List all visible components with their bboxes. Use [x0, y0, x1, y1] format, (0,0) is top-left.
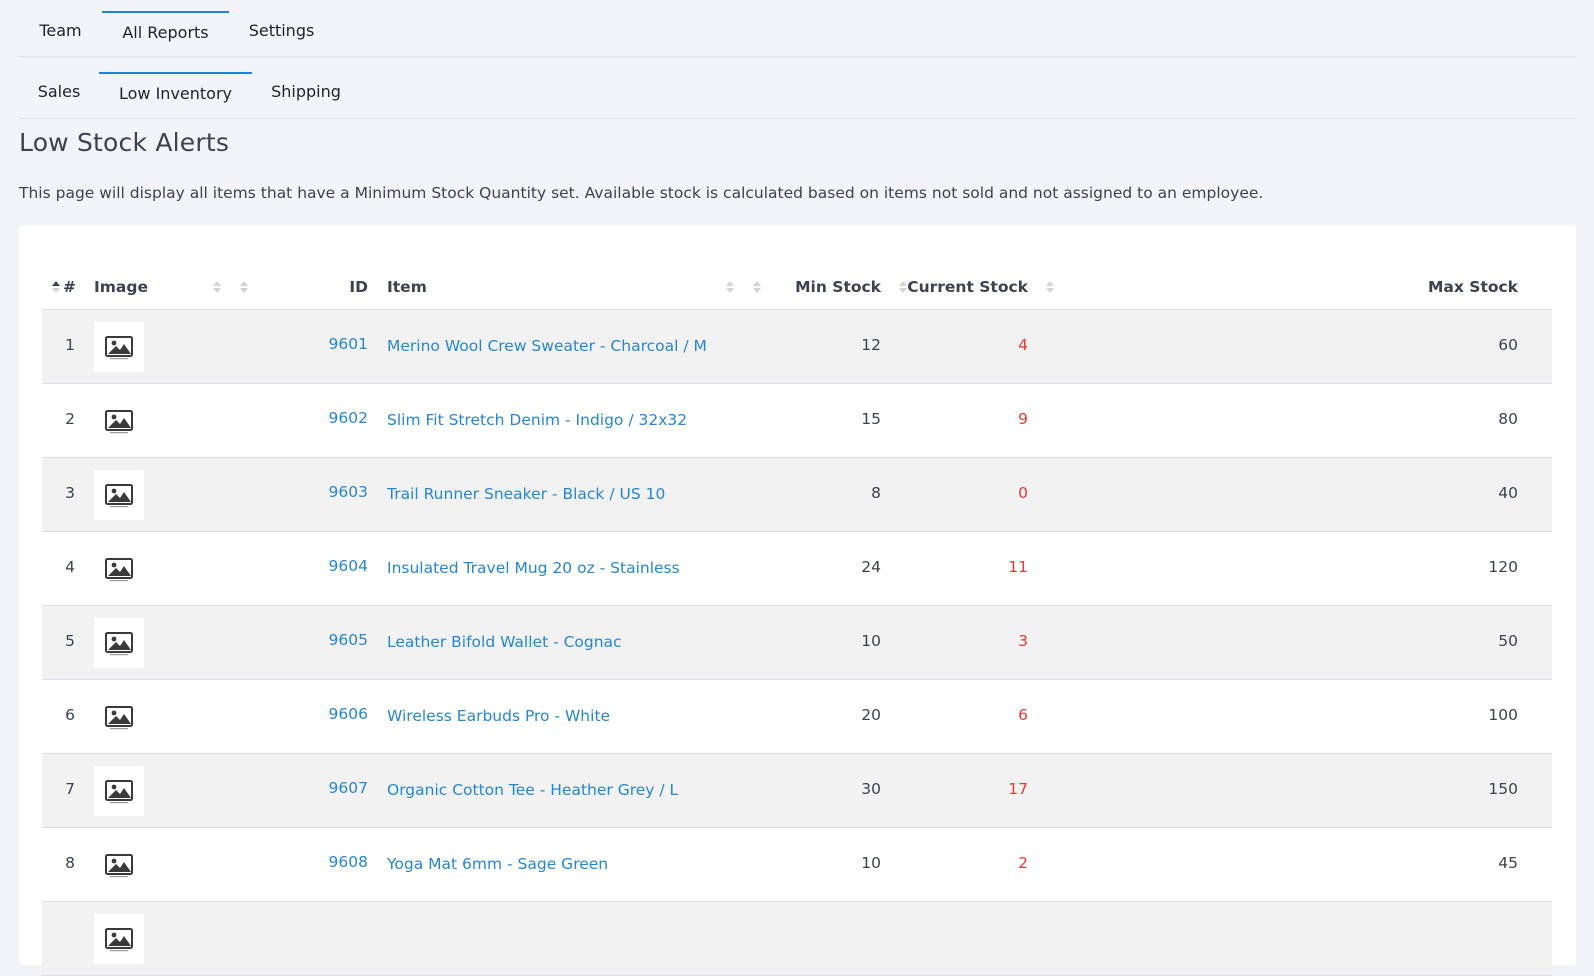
- tab-team[interactable]: Team: [19, 0, 102, 56]
- tab-label: All Reports: [122, 23, 209, 42]
- item-name-link[interactable]: Leather Bifold Wallet - Cognac: [387, 633, 622, 651]
- max-stock-value: 50: [1498, 632, 1518, 650]
- min-stock-value: 8: [871, 484, 881, 502]
- item-name-link[interactable]: Insulated Travel Mug 20 oz - Stainless: [387, 559, 680, 577]
- table-header: # Image ID Item Min Stock Current Stock …: [42, 265, 1552, 310]
- header-item[interactable]: Item: [387, 265, 427, 309]
- table-row: 7 9607 Organic Cotton Tee - Heather Grey /…: [42, 754, 1552, 828]
- item-id-link[interactable]: 9606: [242, 705, 368, 723]
- row-number: 1: [65, 336, 75, 354]
- sort-asc-icon[interactable]: [52, 278, 60, 296]
- max-stock-value: 80: [1498, 410, 1518, 428]
- current-stock-value: 9: [1018, 410, 1028, 428]
- min-stock-value: 10: [861, 632, 881, 650]
- item-id-link[interactable]: 9608: [242, 853, 368, 871]
- header-image[interactable]: Image: [94, 265, 148, 309]
- row-number: 3: [65, 484, 75, 502]
- tab-sales[interactable]: Sales: [19, 57, 99, 118]
- report-tab-bar: Sales Low Inventory Shipping: [19, 57, 1576, 119]
- item-thumbnail: [94, 692, 144, 742]
- table-row: 6 9606 Wireless Earbuds Pro - White 20 6 100: [42, 680, 1552, 754]
- item-thumbnail: [94, 544, 144, 594]
- tab-label: Shipping: [271, 82, 341, 101]
- sort-icon[interactable]: [213, 278, 221, 296]
- item-name-link[interactable]: Merino Wool Crew Sweater - Charcoal / M: [387, 337, 707, 355]
- primary-tab-bar: Team All Reports Settings: [19, 0, 1576, 57]
- item-name-link[interactable]: Wireless Earbuds Pro - White: [387, 707, 610, 725]
- page-title: Low Stock Alerts: [19, 128, 230, 157]
- min-stock-value: 20: [861, 706, 881, 724]
- low-stock-table-card: # Image ID Item Min Stock Current Stock …: [19, 225, 1576, 976]
- tab-label: Team: [39, 21, 82, 40]
- item-name-link[interactable]: Organic Cotton Tee - Heather Grey / L: [387, 781, 678, 799]
- item-id-link[interactable]: 9604: [242, 557, 368, 575]
- tab-low-inventory[interactable]: Low Inventory: [99, 72, 252, 133]
- max-stock-value: 45: [1498, 854, 1518, 872]
- page-description: This page will display all items that ha…: [19, 184, 1264, 202]
- min-stock-value: 15: [861, 410, 881, 428]
- item-thumbnail: [94, 470, 144, 520]
- current-stock-value: 6: [1018, 706, 1028, 724]
- item-id-link[interactable]: 9605: [242, 631, 368, 649]
- current-stock-value: 4: [1018, 336, 1028, 354]
- tab-label: Settings: [248, 21, 315, 40]
- table-row: 5 9605 Leather Bifold Wallet - Cognac 10 3 50: [42, 606, 1552, 680]
- tab-settings[interactable]: Settings: [239, 0, 324, 56]
- min-stock-value: 24: [861, 558, 881, 576]
- row-number: 4: [65, 558, 75, 576]
- table-row: 1 9601 Merino Wool Crew Sweater - Charcoal…: [42, 310, 1552, 384]
- item-id-link[interactable]: 9602: [242, 409, 368, 427]
- tab-label: Sales: [37, 82, 81, 101]
- tab-label: Low Inventory: [118, 84, 232, 103]
- current-stock-value: 2: [1018, 854, 1028, 872]
- item-name-link[interactable]: Trail Runner Sneaker - Black / US 10: [387, 485, 665, 503]
- header-id[interactable]: ID: [242, 265, 368, 309]
- sort-icon[interactable]: [1046, 278, 1054, 296]
- header-number[interactable]: #: [63, 265, 76, 309]
- item-thumbnail: [94, 618, 144, 668]
- current-stock-value: 17: [1008, 780, 1028, 798]
- current-stock-value: 3: [1018, 632, 1028, 650]
- header-current-stock[interactable]: Current Stock: [902, 265, 1028, 309]
- sort-icon[interactable]: [726, 278, 734, 296]
- item-id-link[interactable]: 9603: [242, 483, 368, 501]
- row-number: 7: [65, 780, 75, 798]
- max-stock-value: 100: [1488, 706, 1518, 724]
- item-name-link[interactable]: Slim Fit Stretch Denim - Indigo / 32x32: [387, 411, 687, 429]
- current-stock-value: 0: [1018, 484, 1028, 502]
- min-stock-value: 30: [861, 780, 881, 798]
- tab-shipping[interactable]: Shipping: [262, 57, 350, 118]
- row-number: 2: [65, 410, 75, 428]
- max-stock-value: 120: [1488, 558, 1518, 576]
- item-thumbnail: [94, 914, 144, 964]
- item-id-link[interactable]: 9607: [242, 779, 368, 797]
- row-number: 5: [65, 632, 75, 650]
- header-max-stock[interactable]: Max Stock: [1342, 265, 1518, 309]
- row-number: 8: [65, 854, 75, 872]
- item-thumbnail: [94, 322, 144, 372]
- max-stock-value: 60: [1498, 336, 1518, 354]
- table-row: 2 9602 Slim Fit Stretch Denim - Indigo / 3…: [42, 384, 1552, 458]
- row-number: 6: [65, 706, 75, 724]
- table-row: [42, 902, 1552, 976]
- min-stock-value: 10: [861, 854, 881, 872]
- item-id-link[interactable]: 9601: [242, 335, 368, 353]
- current-stock-value: 11: [1008, 558, 1028, 576]
- table-row: 3 9603 Trail Runner Sneaker - Black / US 1…: [42, 458, 1552, 532]
- table-row: 8 9608 Yoga Mat 6mm - Sage Green 10 2 45: [42, 828, 1552, 902]
- item-name-link[interactable]: Yoga Mat 6mm - Sage Green: [387, 855, 608, 873]
- min-stock-value: 12: [861, 336, 881, 354]
- max-stock-value: 150: [1488, 780, 1518, 798]
- table-row: 4 9604 Insulated Travel Mug 20 oz - Stainl…: [42, 532, 1552, 606]
- item-thumbnail: [94, 840, 144, 890]
- max-stock-value: 40: [1498, 484, 1518, 502]
- item-thumbnail: [94, 766, 144, 816]
- header-min-stock[interactable]: Min Stock: [742, 265, 881, 309]
- item-thumbnail: [94, 396, 144, 446]
